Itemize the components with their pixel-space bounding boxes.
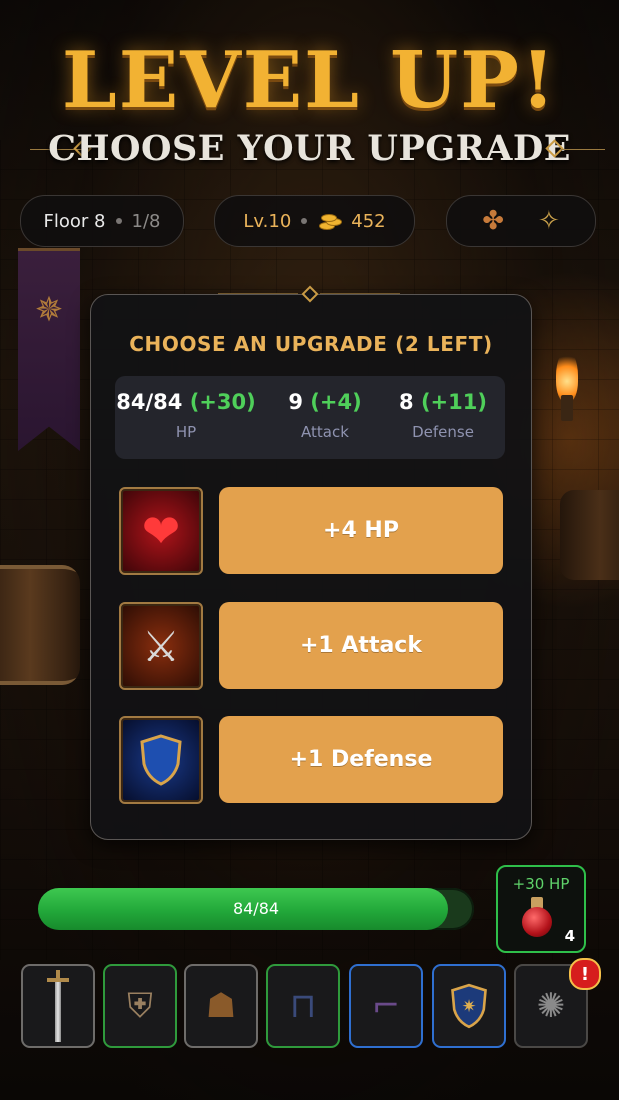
svg-text:✷: ✷ [462, 997, 477, 1017]
equipment-slot-shield[interactable]: ✷ [432, 964, 506, 1048]
equipment-slot-hood[interactable]: ☗ [184, 964, 258, 1048]
stat-hp: 84/84 (+30) HP [116, 390, 256, 441]
compass-icon[interactable]: ✧ [538, 206, 560, 236]
stat-label: Defense [412, 423, 474, 441]
barrel-decoration [0, 565, 80, 685]
stat-current: 9 [288, 390, 303, 414]
subtitle-row: CHOOSE YOUR UPGRADE [0, 128, 619, 172]
hp-bar: 84/84 [38, 888, 474, 930]
potion-label: +30 HP [512, 875, 570, 893]
heart-icon: ❤ [119, 487, 203, 575]
equipment-slot-pants[interactable]: ⊓ [266, 964, 340, 1048]
floor-label: Floor 8 [43, 210, 106, 232]
stat-current: 84/84 [116, 390, 183, 414]
stat-gain: (+11) [420, 390, 487, 414]
floor-progress: 1/8 [131, 210, 161, 232]
upgrade-defense-button[interactable]: +1 Defense [219, 716, 503, 803]
page-title: LEVEL UP! [61, 35, 558, 126]
stat-current: 8 [399, 390, 414, 414]
equipment-slot-armor[interactable]: ⛨ [103, 964, 177, 1048]
alert-badge: ! [569, 958, 601, 990]
upgrade-panel: CHOOSE AN UPGRADE (2 LEFT) 84/84 (+30) H… [90, 294, 532, 840]
player-level: Lv.10 [243, 210, 292, 232]
upgrade-hp-button[interactable]: +4 HP [219, 487, 503, 574]
sword-icon: ⚔ [119, 602, 203, 690]
stat-defense: 8 (+11) Defense [373, 390, 513, 441]
stat-value: 8 (+11) [373, 390, 513, 414]
divider-line [560, 149, 605, 150]
level-gold-indicator: Lv.10 452 [214, 195, 415, 247]
boots-icon: ⌐ [371, 986, 401, 1026]
banner-emblem-icon: ✵ [34, 290, 64, 330]
wall-banner [18, 248, 80, 451]
page-subtitle: CHOOSE YOUR UPGRADE [48, 128, 571, 169]
amulet-icon: ✺ [536, 986, 566, 1026]
hood-icon: ☗ [205, 986, 237, 1026]
upgrade-attack-button[interactable]: +1 Attack [219, 602, 503, 689]
potion-button[interactable]: +30 HP 4 [496, 865, 586, 953]
potion-icon [520, 895, 554, 937]
shield-icon [119, 716, 203, 804]
hp-bar-text: 84/84 [232, 899, 280, 918]
equipment-slot-boots[interactable]: ⌐ [349, 964, 423, 1048]
floor-indicator: Floor 8 1/8 [20, 195, 184, 247]
sword-icon [47, 970, 69, 1042]
stat-gain: (+4) [310, 390, 362, 414]
torch-holder [561, 395, 573, 421]
quick-actions: ✤ ✧ [446, 195, 596, 247]
gold-coins-icon [317, 212, 343, 230]
potion-count: 4 [564, 927, 575, 945]
gold-amount: 452 [351, 210, 386, 232]
separator-dot [301, 218, 308, 224]
pants-icon: ⊓ [289, 986, 317, 1026]
armor-icon: ⛨ [127, 986, 153, 1026]
stat-label: HP [175, 423, 197, 441]
bag-icon[interactable]: ✤ [482, 206, 504, 236]
stat-value: 84/84 (+30) [116, 390, 256, 414]
shield-glyph [140, 734, 182, 786]
barrel-decoration [560, 490, 619, 580]
stats-summary: 84/84 (+30) HP 9 (+4) Attack 8 (+11) Def… [115, 376, 505, 459]
equipment-slot-weapon[interactable] [21, 964, 95, 1048]
stat-gain: (+30) [189, 390, 256, 414]
separator-dot [115, 218, 122, 224]
panel-title: CHOOSE AN UPGRADE (2 LEFT) [129, 332, 493, 356]
shield-icon: ✷ [451, 983, 487, 1029]
